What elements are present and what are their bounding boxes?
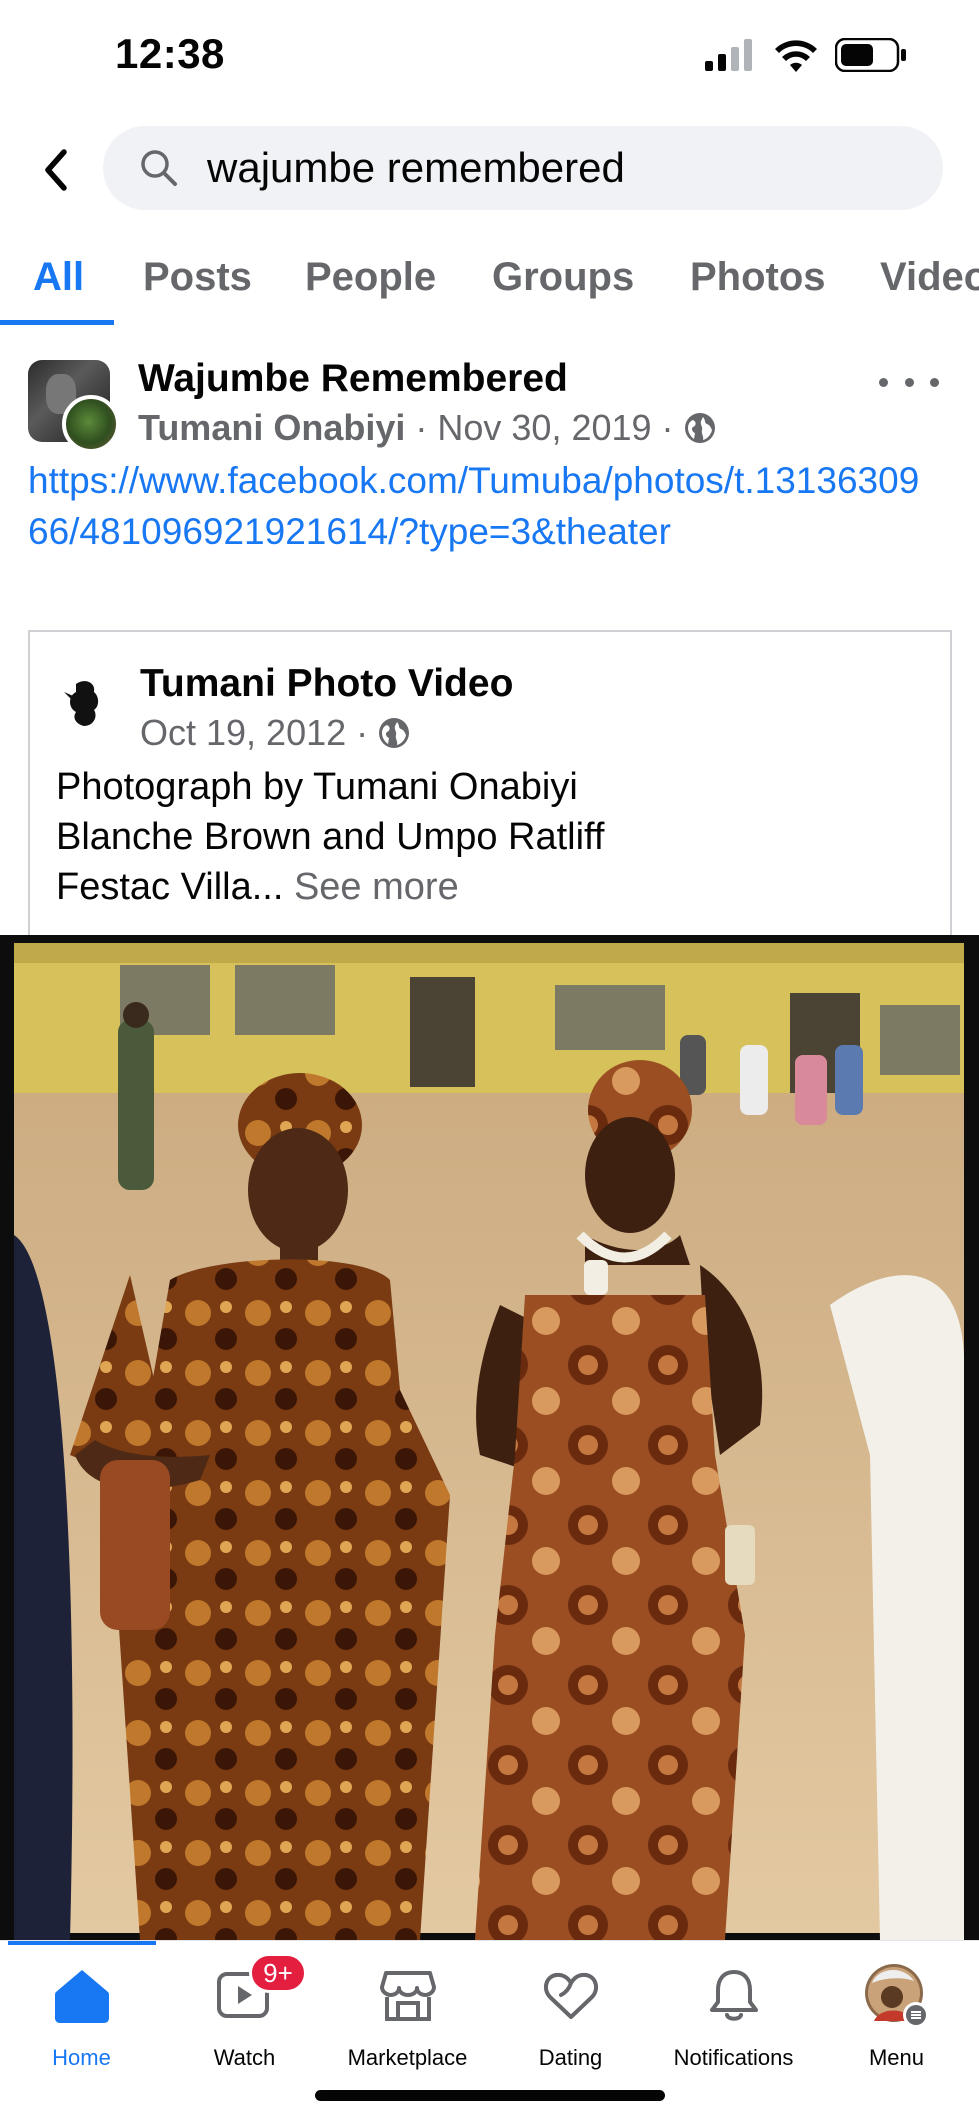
group-name[interactable]: Wajumbe Remembered [138,357,568,401]
post-date[interactable]: Nov 30, 2019 [437,407,651,449]
nav-label: Watch [213,2045,276,2070]
home-indicator [315,2090,665,2101]
nav-notifications[interactable]: Notifications [652,1961,815,2071]
dating-icon [489,1961,652,2031]
shared-post-text: Photograph by Tumani Onabiyi Blanche Bro… [56,762,604,912]
tab-groups[interactable]: Groups [492,255,634,300]
tab-people[interactable]: People [305,255,436,300]
chevron-left-icon [45,149,67,191]
battery-icon [835,38,906,72]
nav-label: Home [52,2045,111,2070]
post-header: Wajumbe Remembered Tumani Onabiyi · Nov … [0,355,979,465]
post-photo[interactable] [0,935,979,1940]
marketplace-icon [326,1961,489,2031]
more-dots-icon [904,377,914,387]
more-dots-icon [930,377,939,387]
nav-dating[interactable]: Dating [489,1961,652,2071]
shared-post-card[interactable]: Tumani Photo Video Oct 19, 2012 · Photog… [28,630,952,940]
author-avatar[interactable] [62,395,120,453]
tab-all[interactable]: All [33,255,84,300]
search-input[interactable]: wajumbe remembered [103,126,943,210]
wifi-icon [775,40,817,72]
nav-label: Dating [538,2045,603,2070]
search-tabs: All Posts People Groups Photos Videos [0,245,979,327]
shared-post-meta: Oct 19, 2012 · [140,712,410,754]
post-author[interactable]: Tumani Onabiyi [138,407,405,449]
shared-text-line: Blanche Brown and Umpo Ratliff [56,816,605,858]
separator-dot: · [346,712,379,753]
post-link[interactable]: https://www.facebook.com/Tumuba/photos/t… [28,455,928,557]
nav-home[interactable]: Home [0,1961,163,2071]
tab-posts[interactable]: Posts [143,255,252,300]
shared-post-date[interactable]: Oct 19, 2012 [140,712,346,754]
active-nav-indicator [8,1941,156,1945]
nav-label: Marketplace [347,2045,468,2070]
nav-label: Menu [868,2045,925,2070]
globe-icon [684,413,715,443]
search-header: wajumbe remembered [0,120,979,220]
photo-image [0,935,979,1940]
separator-dot: · [405,407,438,448]
status-time: 12:38 [115,30,225,77]
separator-dot: · [651,407,684,448]
menu-avatar-icon [815,1961,978,2031]
globe-icon [379,718,410,748]
more-dots-icon [879,377,888,387]
watch-badge: 9+ [249,1953,307,1993]
bell-icon [652,1961,815,2031]
nav-menu[interactable]: Menu [815,1961,978,2071]
active-tab-indicator [0,320,114,325]
nav-watch[interactable]: 9+ Watch [163,1953,326,2071]
tab-photos[interactable]: Photos [690,255,826,300]
status-bar: 12:38 [0,0,979,115]
search-icon [139,147,181,189]
back-button[interactable] [30,142,80,198]
signal-icon [705,39,752,71]
search-query: wajumbe remembered [207,144,625,191]
shared-text-line: Festac Villa... See more [56,862,604,912]
status-icons [705,38,907,72]
watch-icon: 9+ [163,1953,326,2031]
post-meta: Tumani Onabiyi · Nov 30, 2019 · [138,407,716,449]
shared-text-truncated: Festac Villa... [56,866,284,908]
see-more-link[interactable]: See more [294,866,459,908]
nav-label: Notifications [673,2045,794,2070]
more-options-button[interactable] [879,367,939,397]
shared-page-name[interactable]: Tumani Photo Video [140,662,513,706]
shared-page-avatar[interactable] [54,672,116,734]
home-icon [0,1961,163,2031]
nav-marketplace[interactable]: Marketplace [326,1961,489,2071]
shared-text-line: Photograph by Tumani Onabiyi [56,766,578,808]
tab-videos[interactable]: Videos [880,255,979,300]
